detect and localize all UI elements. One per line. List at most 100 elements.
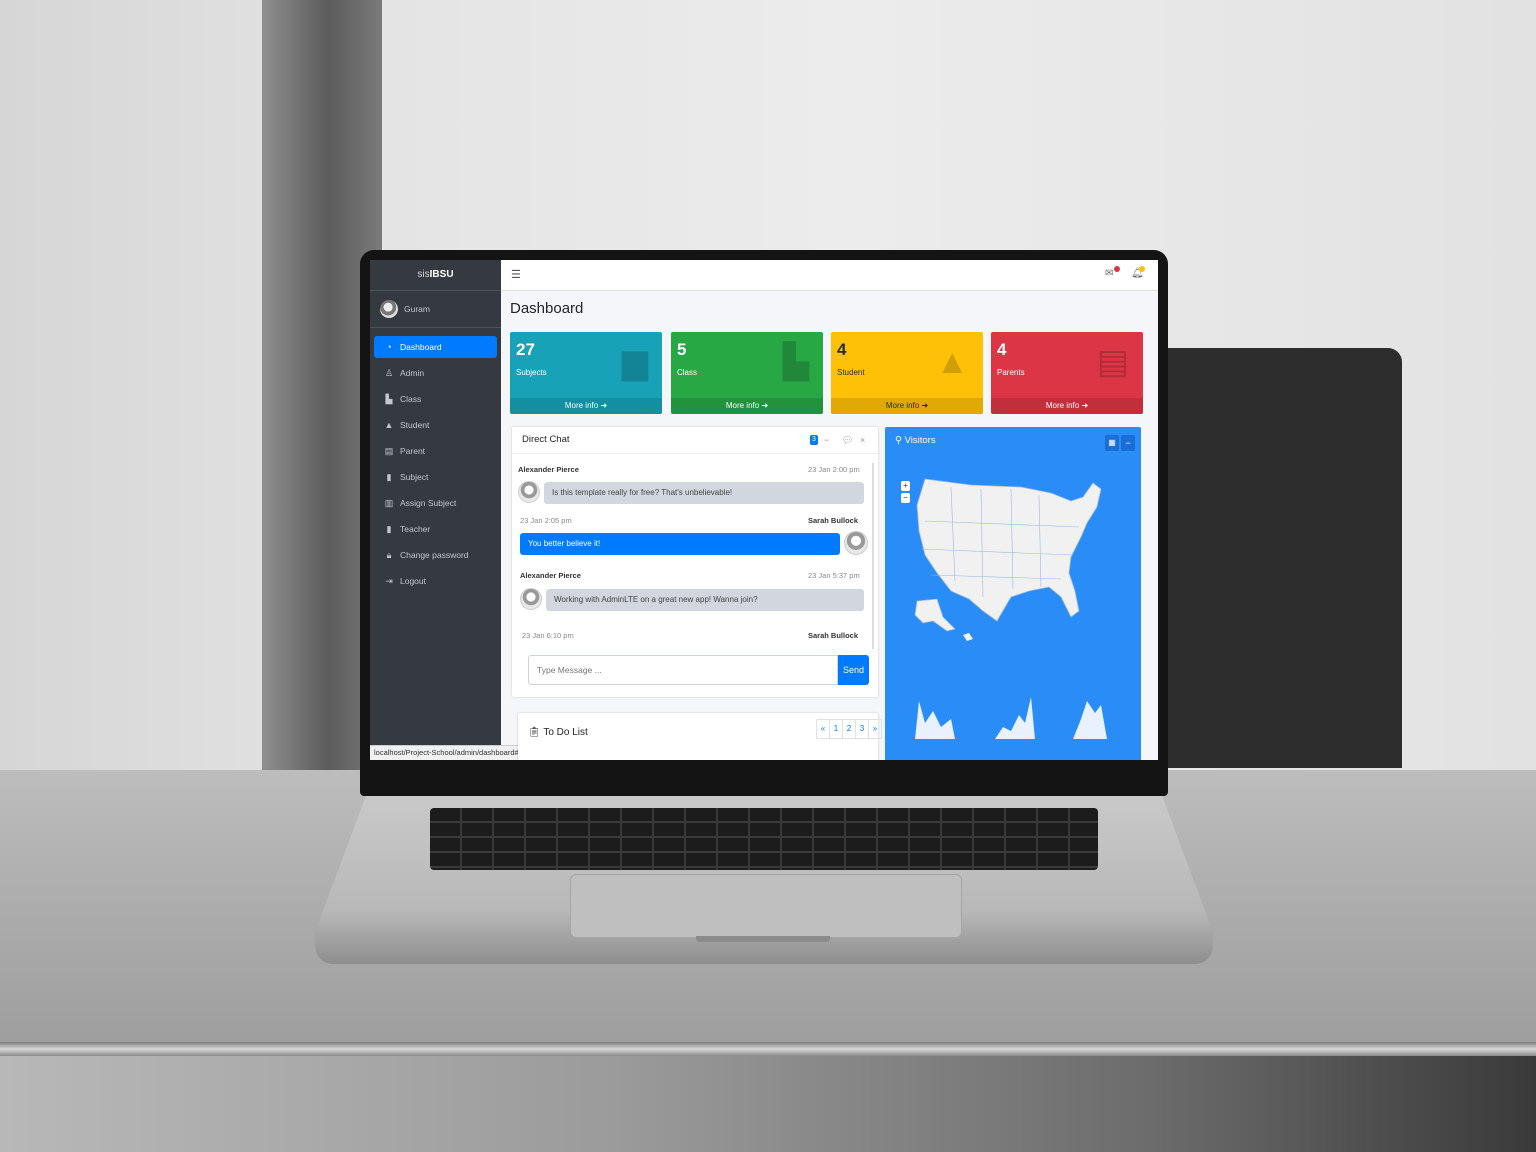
sidebar-item-label: Change password (400, 550, 469, 560)
laptop-keyboard (430, 808, 1098, 870)
brand-prefix: sis (417, 269, 430, 280)
floor (0, 1056, 1536, 1152)
stat-box-class: 5 Class ▙ More info ➜ (671, 332, 823, 414)
trash-icon: ▥ (384, 498, 394, 508)
stat-label: Parents (997, 368, 1025, 377)
message-time: 23 Jan 6:10 pm (522, 631, 574, 640)
sidebar-item-admin[interactable]: ♙ Admin (374, 362, 497, 384)
page-title: Dashboard (510, 300, 584, 317)
sidebar-item-parent[interactable]: ▤ Parent (374, 440, 497, 462)
sidebar-item-subject[interactable]: ▮ Subject (374, 466, 497, 488)
message-time: 23 Jan 2:05 pm (520, 516, 572, 525)
pagination: « 1 2 3 » (816, 719, 882, 739)
page-3[interactable]: 3 (856, 720, 869, 738)
user-avatar (844, 531, 868, 555)
sparkline-charts (915, 697, 1107, 739)
user-name: Guram (404, 304, 430, 314)
hamburger-menu-icon[interactable]: ☰ (511, 268, 521, 281)
more-info-link[interactable]: More info ➜ (991, 398, 1143, 414)
more-info-link[interactable]: More info ➜ (831, 398, 983, 414)
arrow-circle-right-icon: ➜ (921, 401, 929, 410)
sidebar-item-logout[interactable]: ⇥ Logout (374, 570, 497, 592)
sign-out-icon: ⇥ (385, 576, 393, 586)
graduation-cap-icon: ▲ (384, 420, 394, 430)
arrow-circle-right-icon: ➜ (1081, 401, 1089, 410)
sidebar-item-student[interactable]: ▲ Student (374, 414, 497, 436)
arrow-circle-right-icon: ➜ (761, 401, 769, 410)
brand-logo[interactable]: sisIBSU (370, 260, 501, 291)
user-avatar (520, 588, 542, 610)
laptop-trackpad (570, 874, 962, 938)
chat-message: You better believe it! (520, 533, 840, 555)
stat-box-subjects: 27 Subjects ▆ More info ➜ (510, 332, 662, 414)
status-url: localhost/Project-School/admin/dashboard… (370, 745, 523, 760)
sidebar-item-assign-subject[interactable]: ▥ Assign Subject (374, 492, 497, 514)
chat-count-badge: 3 (810, 435, 818, 445)
stat-label: Subjects (516, 368, 547, 377)
visitors-title: Visitors (904, 435, 936, 446)
book-icon: ▮ (386, 524, 392, 534)
stat-count: 4 (837, 340, 847, 359)
sidebar-item-change-password[interactable]: 🔒︎ Change password (374, 544, 497, 566)
messages-icon[interactable]: ✉ (1105, 268, 1113, 279)
send-button[interactable]: Send (838, 655, 869, 685)
todo-header: 📋︎ To Do List (528, 727, 588, 738)
message-author: Alexander Pierce (518, 465, 579, 474)
more-info-link[interactable]: More info ➜ (510, 398, 662, 414)
notifications-badge (1139, 266, 1145, 272)
more-info-label: More info (885, 401, 920, 410)
map-zoom-in[interactable]: + (901, 481, 910, 491)
sidebar-item-teacher[interactable]: ▮ Teacher (374, 518, 497, 540)
sidebar-item-class[interactable]: ▙ Class (374, 388, 497, 410)
sidebar-item-label: Student (400, 420, 430, 430)
sidebar-item-label: Logout (400, 576, 426, 586)
comments-icon[interactable]: 💬︎ (842, 427, 853, 453)
message-time: 23 Jan 5:37 pm (808, 571, 860, 580)
more-info-label: More info (564, 401, 599, 410)
chat-message-input[interactable] (528, 655, 838, 685)
collapse-icon[interactable]: − (824, 427, 829, 453)
book-icon: ▮ (386, 472, 392, 482)
laptop-shadow (1150, 348, 1402, 768)
chat-message: Working with AdminLTE on a great new app… (546, 589, 864, 611)
brand-bold: IBSU (429, 269, 454, 280)
graduation-cap-icon: ▲ (935, 343, 969, 381)
stat-box-parents: 4 Parents ▤ More info ➜ (991, 332, 1143, 414)
user-avatar (518, 481, 540, 503)
user-avatar (380, 300, 398, 318)
page-1[interactable]: 1 (830, 720, 843, 738)
visitors-card: ⚲ Visitors ▦ − + − (885, 427, 1141, 760)
collapse-icon[interactable]: − (1121, 435, 1135, 451)
todo-card: 📋︎ To Do List « 1 2 3 » (518, 713, 882, 760)
sidebar: sisIBSU Guram ◔ Dashboard ♙ Admin ▙ Clas… (370, 260, 523, 760)
book-icon: ▆ (621, 343, 648, 381)
chat-message: Is this template really for free? That's… (544, 482, 864, 504)
clipboard-icon: 📋︎ (528, 727, 541, 738)
arrow-circle-right-icon: ➜ (600, 401, 608, 410)
dashboard-icon: ◔ (386, 342, 392, 352)
page-2[interactable]: 2 (843, 720, 856, 738)
user-panel[interactable]: Guram (370, 291, 501, 328)
stat-count: 5 (677, 340, 687, 359)
map-zoom-out[interactable]: − (901, 493, 910, 503)
more-info-link[interactable]: More info ➜ (671, 398, 823, 414)
stat-label: Class (677, 368, 698, 377)
sidebar-nav: ◔ Dashboard ♙ Admin ▙ Class ▲ Student ▤ … (370, 328, 501, 604)
page-next[interactable]: » (869, 720, 881, 738)
usa-map[interactable] (911, 471, 1111, 667)
page-prev[interactable]: « (817, 720, 830, 738)
close-icon[interactable]: × (860, 427, 865, 453)
stat-label: Student (837, 368, 865, 377)
calendar-icon[interactable]: ▦ (1105, 435, 1119, 451)
lock-icon: 🔒︎ (386, 550, 392, 560)
sidebar-item-label: Admin (400, 368, 425, 378)
sidebar-item-label: Parent (400, 446, 426, 456)
desk-edge (0, 1042, 1536, 1056)
sidebar-item-label: Class (400, 394, 422, 404)
visitors-header: ⚲ Visitors (895, 435, 936, 446)
sidebar-item-label: Assign Subject (400, 498, 457, 508)
message-author: Sarah Bullock (808, 631, 859, 640)
laptop-lip (696, 936, 830, 942)
sidebar-item-dashboard[interactable]: ◔ Dashboard (374, 336, 497, 358)
chat-scrollbar[interactable] (872, 463, 874, 649)
